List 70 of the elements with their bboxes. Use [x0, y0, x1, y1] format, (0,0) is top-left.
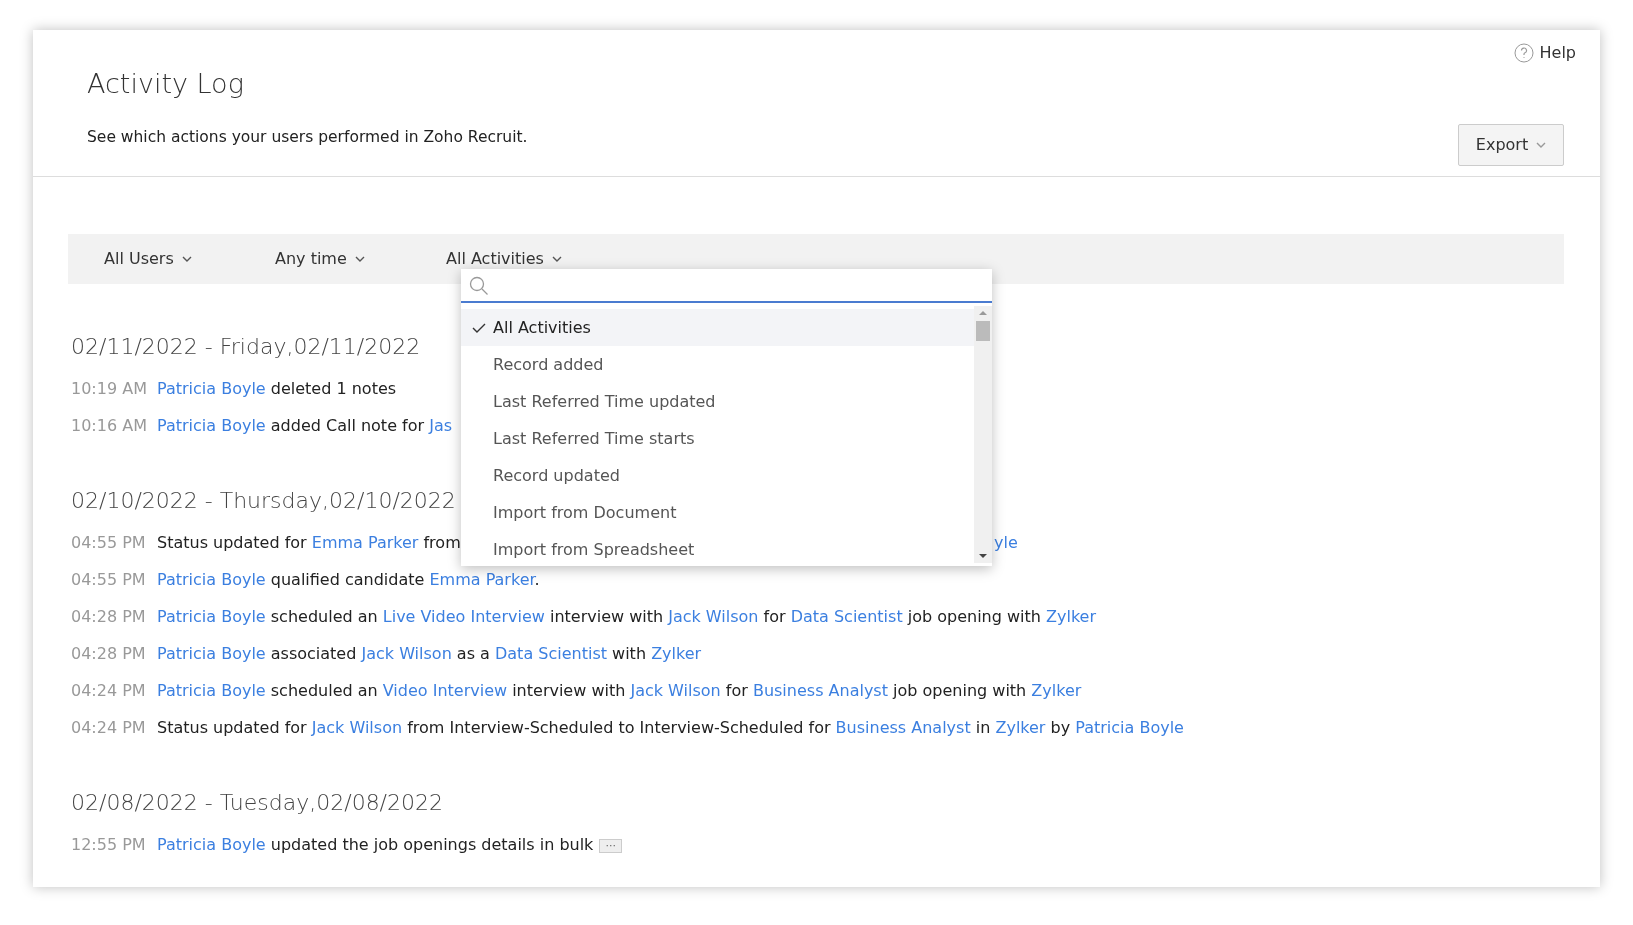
check-icon [472, 323, 486, 333]
chevron-down-icon [354, 256, 365, 262]
user-link[interactable]: Zylker [995, 718, 1046, 737]
chevron-down-icon [181, 256, 192, 262]
user-link[interactable]: Patricia Boyle [157, 607, 266, 626]
user-link[interactable]: Zylker [1031, 681, 1082, 700]
user-link[interactable]: Jas [429, 416, 453, 435]
log-time: 04:55 PM [71, 532, 147, 554]
help-icon [1513, 43, 1534, 63]
filter-dropdown[interactable]: All Users [104, 247, 275, 271]
log-time: 10:16 AM [71, 415, 148, 437]
user-link[interactable]: Patricia Boyle [157, 379, 266, 398]
scrollbar-thumb[interactable] [976, 321, 990, 341]
user-link[interactable]: Jack Wilson [361, 644, 452, 663]
help-link[interactable]: Help [1513, 41, 1576, 65]
user-link[interactable]: Zylker [651, 644, 702, 663]
log-time: 04:24 PM [71, 680, 147, 702]
scrollbar[interactable] [974, 306, 992, 563]
dropdown-option[interactable]: Record updated [461, 457, 974, 494]
export-button[interactable]: Export [1458, 124, 1564, 166]
page-subtitle: See which actions your users performed in Zoho Recruit. [87, 127, 528, 149]
dropdown-option[interactable]: Last Referred Time starts [461, 420, 974, 457]
log-entry: Patricia Boyle deleted 1 notes [157, 378, 397, 400]
log-entry: Status updated for Emma Parker from [157, 532, 461, 554]
log-entry: Patricia Boyle scheduled an Live Video Interview interview with Jack Wilson for Data Scientist job opening with Zylker [157, 606, 1097, 628]
date-heading: 02/11/2022 - Friday,02/11/2022 [71, 333, 421, 361]
user-link[interactable]: Jack Wilson [668, 607, 759, 626]
log-entry: Patricia Boyle scheduled an Video Interview interview with Jack Wilson for Business Analyst job opening with Zylker [157, 680, 1082, 702]
log-time: 04:28 PM [71, 606, 147, 628]
user-link[interactable]: Business Analyst [752, 681, 888, 700]
user-link[interactable]: Data Scientist [790, 607, 903, 626]
user-link[interactable]: Patricia Boyle [157, 681, 266, 700]
user-link[interactable]: Business Analyst [835, 718, 971, 737]
chevron-down-icon [551, 256, 562, 262]
log-entry: Patricia Boyle added Call note for Jas [157, 415, 453, 437]
dropdown-option[interactable]: Last Referred Time updated [461, 383, 974, 420]
user-link[interactable]: Emma Parker [429, 570, 535, 589]
dropdown-option[interactable]: Import from Document [461, 494, 974, 531]
link-fragment[interactable]: yle [994, 531, 1018, 555]
log-time: 12:55 PM [71, 834, 147, 856]
log-entry: Patricia Boyle associated Jack Wilson as a Data Scientist with Zylker [157, 643, 702, 665]
user-link[interactable]: Patricia Boyle [157, 416, 266, 435]
page-title: Activity Log [87, 68, 244, 101]
search-field[interactable] [461, 269, 992, 303]
user-link[interactable]: Patricia Boyle [157, 570, 266, 589]
log-time: 04:55 PM [71, 569, 147, 591]
user-link[interactable]: Jack Wilson [630, 681, 721, 700]
log-time: 04:24 PM [71, 717, 147, 739]
log-entry: Status updated for Jack Wilson from Interview-Scheduled to Interview-Scheduled for Business Analyst in Zylker by Patricia Boyle [157, 717, 1184, 739]
date-heading: 02/08/2022 - Tuesday,02/08/2022 [71, 789, 444, 817]
user-link[interactable]: Jack Wilson [311, 718, 403, 737]
user-link[interactable]: Patricia Boyle [1075, 718, 1184, 737]
chevron-down-icon [1536, 142, 1547, 148]
more-button[interactable]: ··· [599, 838, 622, 853]
user-link[interactable]: Patricia Boyle [157, 644, 266, 663]
user-link[interactable]: Emma Parker [311, 533, 419, 552]
dropdown-option[interactable]: All Activities [461, 309, 974, 346]
log-entry: Patricia Boyle qualified candidate Emma Parker. [157, 569, 540, 591]
log-time: 10:19 AM [71, 378, 148, 400]
log-entry: Patricia Boyle updated the job openings details in bulk ··· [157, 833, 622, 857]
user-link[interactable]: Live Video Interview [382, 607, 545, 626]
user-link[interactable]: Patricia Boyle [157, 835, 266, 854]
user-link[interactable]: Video Interview [382, 681, 508, 700]
date-heading: 02/10/2022 - Thursday,02/10/2022 [71, 487, 456, 515]
user-link[interactable]: Zylker [1046, 607, 1097, 626]
filter-dropdown[interactable]: Any time [275, 247, 446, 271]
log-time: 04:28 PM [71, 643, 147, 665]
dropdown-option[interactable]: Record added [461, 346, 974, 383]
user-link[interactable]: Data Scientist [495, 644, 607, 663]
dropdown-option[interactable]: Import from Spreadsheet [461, 531, 974, 568]
